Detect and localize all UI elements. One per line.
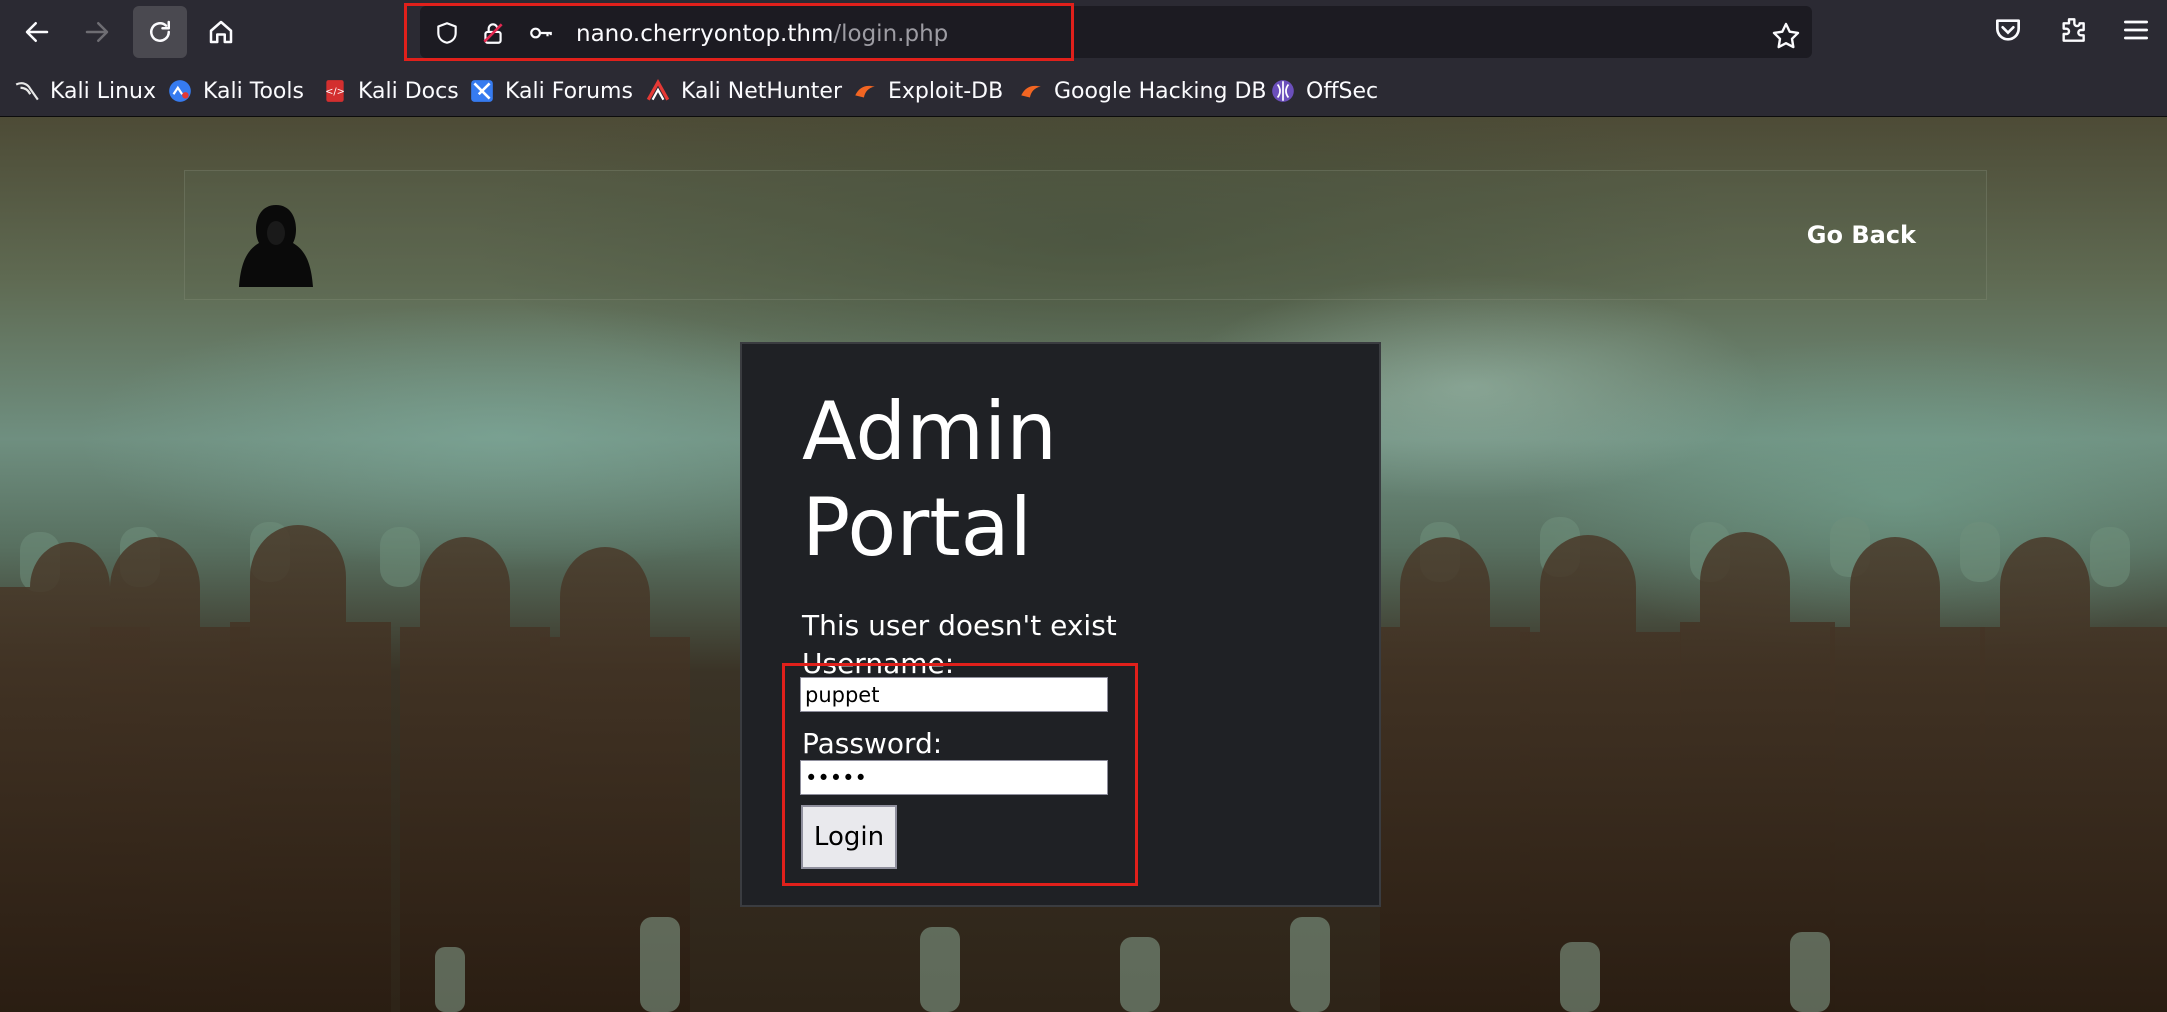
go-back-link[interactable]: Go Back bbox=[1807, 221, 1916, 249]
svg-text:</>: </> bbox=[325, 86, 345, 97]
arrow-left-icon bbox=[25, 22, 49, 42]
kali-forums-icon bbox=[469, 78, 495, 104]
nethunter-icon bbox=[645, 78, 671, 104]
title-line-2: Portal bbox=[802, 481, 1032, 574]
bookmark-kali-forums[interactable]: Kali Forums bbox=[469, 76, 633, 106]
menu-icon[interactable] bbox=[2120, 14, 2152, 46]
site-header: Go Back bbox=[184, 170, 1987, 300]
bookmark-label: Kali Forums bbox=[505, 78, 633, 104]
forward-button[interactable] bbox=[70, 6, 124, 58]
hooded-hacker-logo-icon[interactable] bbox=[235, 201, 317, 291]
extensions-icon[interactable] bbox=[2057, 14, 2089, 46]
pocket-icon[interactable] bbox=[1992, 14, 2024, 46]
bookmark-label: Exploit-DB bbox=[888, 78, 1004, 104]
ghdb-icon bbox=[1018, 78, 1044, 104]
reload-icon bbox=[150, 20, 170, 42]
error-message: This user doesn't exist bbox=[802, 609, 1117, 642]
arrow-right-icon bbox=[85, 22, 109, 42]
bookmark-label: OffSec bbox=[1306, 78, 1379, 104]
bookmark-label: Google Hacking DB bbox=[1054, 78, 1267, 104]
home-icon bbox=[209, 20, 233, 44]
bookmark-label: Kali NetHunter bbox=[681, 78, 842, 104]
bookmark-exploit-db[interactable]: Exploit-DB bbox=[852, 76, 1003, 106]
kali-docs-icon: </> bbox=[322, 78, 348, 104]
back-button[interactable] bbox=[10, 6, 64, 58]
kali-dragon-icon bbox=[14, 78, 40, 104]
home-button[interactable] bbox=[194, 6, 248, 58]
bookmark-google-hacking-db[interactable]: Google Hacking DB bbox=[1018, 76, 1266, 106]
page-title: Admin Portal bbox=[802, 384, 1057, 576]
reload-button[interactable] bbox=[133, 6, 187, 58]
bookmark-label: Kali Linux bbox=[50, 78, 157, 104]
bookmark-kali-nethunter[interactable]: Kali NetHunter bbox=[645, 76, 842, 106]
bookmarks-bar: Kali Linux Kali Tools </> Kali Docs Kali… bbox=[0, 64, 2167, 117]
bookmark-star-icon[interactable] bbox=[1770, 20, 1802, 52]
bookmark-offsec[interactable]: OffSec bbox=[1270, 76, 1378, 106]
form-highlight-box bbox=[782, 663, 1138, 886]
title-line-1: Admin bbox=[802, 385, 1057, 478]
exploit-db-icon bbox=[852, 78, 878, 104]
url-highlight-box bbox=[404, 3, 1074, 61]
bookmark-label: Kali Tools bbox=[203, 78, 304, 104]
browser-toolbar: nano.cherryontop.thm/login.php bbox=[0, 0, 2167, 64]
bookmark-kali-tools[interactable]: Kali Tools bbox=[167, 76, 304, 106]
bookmark-kali-docs[interactable]: </> Kali Docs bbox=[322, 76, 459, 106]
kali-tools-icon bbox=[167, 78, 193, 104]
bookmark-label: Kali Docs bbox=[358, 78, 459, 104]
offsec-icon bbox=[1270, 78, 1296, 104]
bookmark-kali-linux[interactable]: Kali Linux bbox=[14, 76, 156, 106]
